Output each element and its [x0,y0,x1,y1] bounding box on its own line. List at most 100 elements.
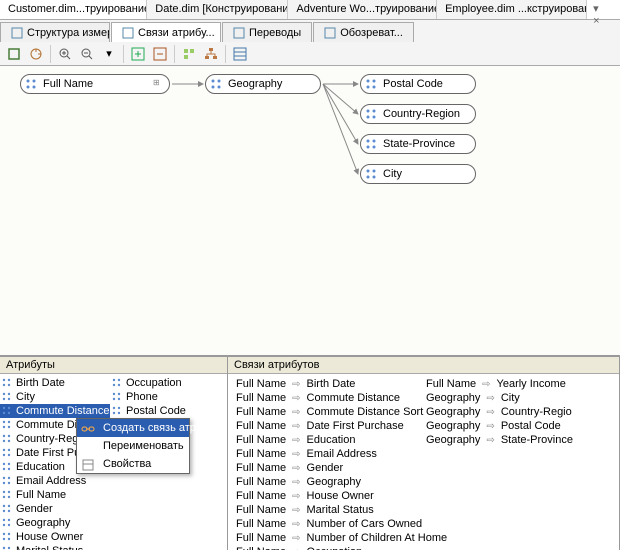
tab-label: Переводы [249,27,301,39]
relations-title: Связи атрибутов [228,357,619,374]
properties-icon [81,458,95,472]
attribute-icon [2,504,12,514]
relation-from: Full Name [236,462,286,474]
relation-from: Full Name [236,504,286,516]
attribute-item[interactable]: House Owner [0,530,110,544]
node-label: State-Province [383,138,455,150]
arrow-icon: ⇨ [292,491,300,502]
document-tab[interactable]: Adventure Wo...труирование]* [288,0,437,19]
relation-from: Full Name [236,420,286,432]
relation-row[interactable]: Full Name⇨Email Address [228,447,418,461]
collapse-button[interactable] [150,44,170,64]
expand-button[interactable] [128,44,148,64]
show-list-button[interactable] [230,44,250,64]
attribute-item[interactable]: Birth Date [0,376,110,390]
attribute-label: Commute Distance [16,405,110,417]
zoom-out-button[interactable] [77,44,97,64]
connector-lines [0,66,620,356]
node-city[interactable]: City [360,164,476,184]
context-menu: Создать связь атрибутов... Переименовать… [76,418,190,474]
attribute-icon [2,420,12,430]
node-label: Full Name [43,78,93,90]
relation-row[interactable]: Full Name⇨Yearly Income [418,377,608,391]
attribute-item[interactable]: Marital Status [0,544,110,550]
toolbar-btn-1[interactable] [4,44,24,64]
node-country-region[interactable]: Country-Region [360,104,476,124]
arrange-tree-button[interactable] [201,44,221,64]
attribute-item[interactable]: Geography [0,516,110,530]
relation-row[interactable]: Full Name⇨Birth Date [228,377,418,391]
ctx-properties[interactable]: Свойства [77,455,189,473]
relation-to: Date First Purchase [307,420,404,432]
designer-tab[interactable]: Переводы [222,22,312,42]
document-tab[interactable]: Customer.dim...труирование]* [0,0,147,19]
toolbar-btn-2[interactable] [26,44,46,64]
attribute-label: Email Address [16,475,86,487]
ctx-rename[interactable]: Переименовать [77,437,189,455]
node-label: City [383,168,402,180]
relation-row[interactable]: Full Name⇨Number of Children At Home [228,531,418,545]
document-tab[interactable]: Date.dim [Конструирование] [147,0,288,19]
relation-row[interactable]: Geography⇨State-Province [418,433,608,447]
relation-row[interactable]: Full Name⇨House Owner [228,489,418,503]
relation-row[interactable]: Geography⇨City [418,391,608,405]
relation-row[interactable]: Full Name⇨Date First Purchase [228,419,418,433]
relation-row[interactable]: Full Name⇨Geography [228,475,418,489]
attribute-icon [2,518,12,528]
expand-icon[interactable]: ⊞ [153,78,165,90]
relation-row[interactable]: Full Name⇨Marital Status [228,503,418,517]
node-postal-code[interactable]: Postal Code [360,74,476,94]
node-geography[interactable]: Geography [205,74,321,94]
relation-row[interactable]: Full Name⇨Occupation [228,545,418,550]
arrow-icon: ⇨ [486,435,494,446]
arrow-icon: ⇨ [486,393,494,404]
relation-from: Geography [426,434,480,446]
arrow-icon: ⇨ [292,547,300,550]
attribute-label: Phone [126,391,158,403]
attribute-icon [2,462,12,472]
attribute-label: House Owner [16,531,83,543]
relationship-canvas[interactable]: Full Name ⊞ Geography Postal Code Countr… [0,66,620,356]
window-controls[interactable]: ▾ × [587,0,620,19]
relation-from: Full Name [236,532,286,544]
attribute-icon [365,108,377,120]
arrow-icon: ⇨ [292,519,300,530]
attribute-label: Geography [16,517,70,529]
attribute-item[interactable]: Email Address [0,474,110,488]
document-tabs: Customer.dim...труирование]*Date.dim [Ко… [0,0,620,20]
attribute-icon [210,78,222,90]
designer-tab[interactable]: Обозреват... [313,22,414,42]
node-state-province[interactable]: State-Province [360,134,476,154]
attribute-item[interactable]: City [0,390,110,404]
relation-row[interactable]: Geography⇨Postal Code [418,419,608,433]
designer-tab[interactable]: Структура измере... [0,22,110,42]
attribute-item[interactable]: Phone [110,390,220,404]
relation-row[interactable]: Full Name⇨Education [228,433,418,447]
node-full-name[interactable]: Full Name ⊞ [20,74,170,94]
ctx-create-relation[interactable]: Создать связь атрибутов... [77,419,189,437]
attributes-title: Атрибуты [0,357,227,374]
arrow-icon: ⇨ [292,393,300,404]
relation-row[interactable]: Geography⇨Country-Regio [418,405,608,419]
attribute-item[interactable]: Full Name [0,488,110,502]
relation-row[interactable]: Full Name⇨Number of Cars Owned [228,517,418,531]
document-tab[interactable]: Employee.dim ...кструирование [437,0,587,19]
attribute-icon [2,532,12,542]
relation-row[interactable]: Full Name⇨Commute Distance Sort [228,405,418,419]
browse-icon [324,27,336,39]
attribute-icon [2,392,12,402]
zoom-in-button[interactable] [55,44,75,64]
toolbar-dropdown[interactable]: ▾ [99,44,119,64]
relation-row[interactable]: Full Name⇨Gender [228,461,418,475]
relation-row[interactable]: Full Name⇨Commute Distance [228,391,418,405]
designer-tabs: Структура измере...Связи атрибу... Перево… [0,20,620,42]
designer-tab[interactable]: Связи атрибу... [111,22,221,42]
attribute-icon [2,448,12,458]
attribute-label: Birth Date [16,377,65,389]
attribute-item[interactable]: Occupation [110,376,220,390]
arrow-icon: ⇨ [292,505,300,516]
arrange-shapes-button[interactable] [179,44,199,64]
attribute-item[interactable]: Postal Code [110,404,220,418]
attribute-item[interactable]: Gender [0,502,110,516]
attribute-item[interactable]: Commute Distance [0,404,110,418]
